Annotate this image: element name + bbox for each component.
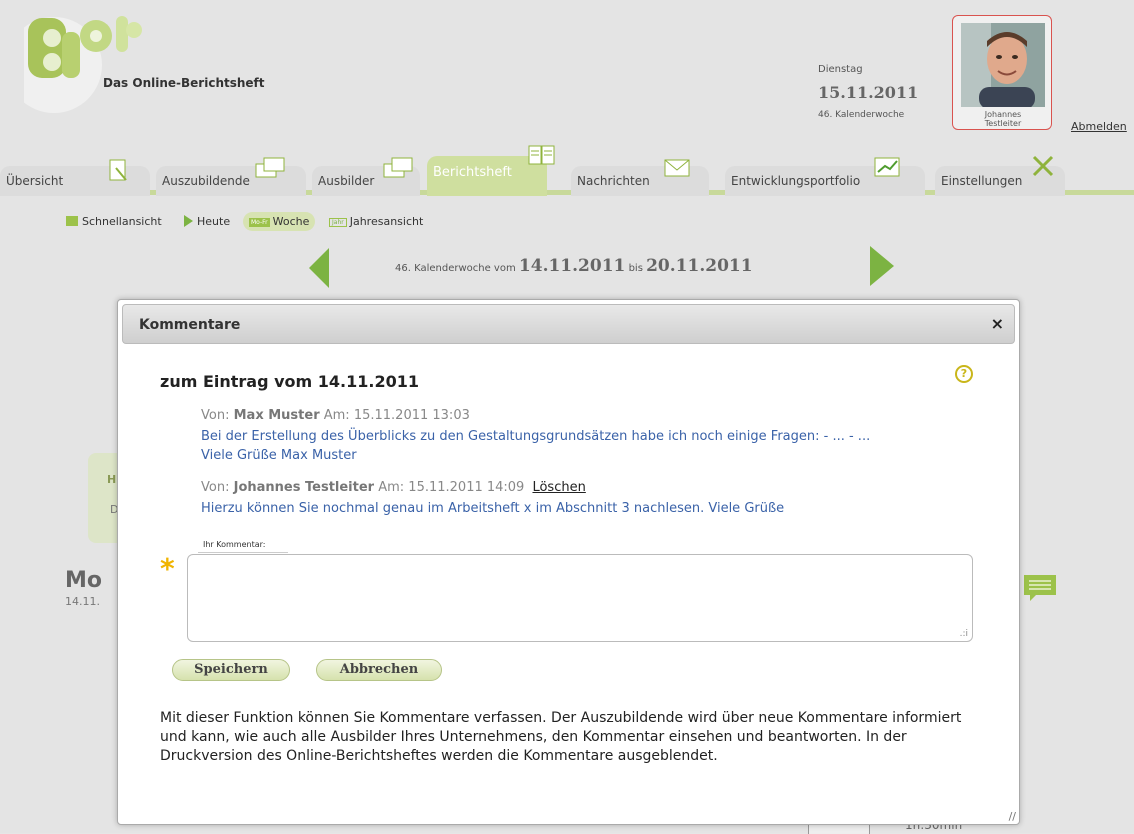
week-badge-icon: Mo-Fr xyxy=(249,218,270,227)
logout-link[interactable]: Abmelden xyxy=(1071,120,1127,133)
comments-dialog: Kommentare × zum Eintrag vom 14.11.2011 … xyxy=(117,299,1020,825)
trainers-icon xyxy=(383,157,413,178)
week-range-prefix: 46. Kalenderwoche vom xyxy=(395,263,516,274)
comment-text: Hierzu können Sie nochmal genau im Arbei… xyxy=(201,499,784,518)
comment-line: Viele Grüße Max Muster xyxy=(201,448,357,463)
date-day: Dienstag xyxy=(818,64,863,75)
week-to: 20.11.2011 xyxy=(646,256,753,276)
tab-label: Entwicklungsportfolio xyxy=(731,174,861,188)
user-first-name: Johannes xyxy=(984,110,1022,119)
user-last-name: Testleiter xyxy=(984,119,1022,128)
tab-label: Auszubildende xyxy=(162,174,250,188)
tab-uebersicht[interactable]: Übersicht xyxy=(0,159,150,196)
portfolio-icon xyxy=(874,157,900,177)
main-tabs: Übersicht Auszubildende Ausbilder Berich… xyxy=(0,145,1134,196)
blok-logo[interactable] xyxy=(6,10,164,130)
comment-author: Johannes Testleiter xyxy=(233,480,375,495)
dialog-info-text: Mit dieser Funktion können Sie Kommentar… xyxy=(160,710,962,764)
tab-label: Einstellungen xyxy=(941,174,1023,188)
dialog-header: Kommentare × xyxy=(122,304,1015,344)
user-name: Johannes Testleiter xyxy=(953,110,1053,128)
comment-at-label: Am: xyxy=(378,480,405,495)
comment-line: Hierzu können Sie nochmal genau im Arbei… xyxy=(201,501,785,516)
view-year[interactable]: Jahr Jahresansicht xyxy=(323,212,429,231)
comment-field-label: Ihr Kommentar: xyxy=(203,540,266,549)
next-week-arrow-icon[interactable] xyxy=(870,246,894,286)
comment-meta: Von: Johannes Testleiter Am: 15.11.2011 … xyxy=(201,480,586,495)
trainees-icon xyxy=(255,157,285,178)
user-card[interactable]: Johannes Testleiter xyxy=(952,15,1052,130)
view-year-label: Jahresansicht xyxy=(349,215,424,228)
comment-text: Bei der Erstellung des Überblicks zu den… xyxy=(201,427,870,465)
tab-label: Nachrichten xyxy=(577,174,650,188)
help-icon[interactable]: ? xyxy=(955,365,973,383)
page: Das Online-Berichtsheft Dienstag 15.11.2… xyxy=(0,0,1134,834)
week-range: 46. Kalenderwoche vom 14.11.2011 bis 20.… xyxy=(395,256,753,276)
tab-label: Ausbilder xyxy=(318,174,375,188)
tab-entwicklungsportfolio[interactable]: Entwicklungsportfolio xyxy=(725,157,925,196)
quick-view-icon xyxy=(66,216,78,226)
save-button[interactable]: Speichern xyxy=(172,659,290,681)
resize-grip-icon[interactable]: .:i xyxy=(960,629,968,639)
overview-icon xyxy=(109,159,127,181)
background-entry-heading: H xyxy=(107,473,117,486)
view-today-label: Heute xyxy=(197,215,231,228)
tab-nachrichten[interactable]: Nachrichten xyxy=(571,159,709,196)
date-week: 46. Kalenderwoche xyxy=(818,110,905,120)
tab-label: Übersicht xyxy=(6,174,64,188)
required-star-icon: * xyxy=(160,552,175,585)
tab-berichtsheft[interactable]: Berichtsheft xyxy=(427,145,555,196)
comment-from-label: Von: xyxy=(201,408,230,423)
field-label-divider xyxy=(198,552,288,553)
dialog-resize-grip-icon[interactable]: // xyxy=(1009,810,1016,823)
tab-einstellungen[interactable]: Einstellungen xyxy=(935,155,1065,196)
week-from: 14.11.2011 xyxy=(518,256,626,276)
comment-author: Max Muster xyxy=(233,408,320,423)
play-icon xyxy=(184,215,193,227)
background-day-date: 14.11. xyxy=(65,595,100,608)
report-book-icon xyxy=(528,145,555,165)
cancel-button[interactable]: Abbrechen xyxy=(316,659,442,681)
view-quick[interactable]: Schnellansicht xyxy=(60,212,168,231)
view-today[interactable]: Heute xyxy=(178,212,236,231)
date-value: 15.11.2011 xyxy=(818,83,919,102)
comment-textarea[interactable]: .:i xyxy=(187,554,973,642)
comment-at-label: Am: xyxy=(323,408,350,423)
view-week[interactable]: Mo-Fr Woche xyxy=(243,212,316,231)
prev-week-arrow-icon[interactable] xyxy=(309,248,329,288)
tab-auszubildende[interactable]: Auszubildende xyxy=(156,157,306,196)
comment-meta: Von: Max Muster Am: 15.11.2011 13:03 xyxy=(201,408,470,423)
dialog-title: Kommentare xyxy=(139,317,241,333)
comment-from-label: Von: xyxy=(201,480,230,495)
view-quick-label: Schnellansicht xyxy=(82,215,162,228)
view-week-label: Woche xyxy=(272,215,310,228)
comment-bubble-icon[interactable] xyxy=(1022,573,1058,603)
close-icon[interactable]: × xyxy=(991,314,1004,333)
avatar xyxy=(961,23,1045,107)
delete-comment-link[interactable]: Löschen xyxy=(532,480,585,495)
tab-ausbilder[interactable]: Ausbilder xyxy=(312,157,420,196)
year-badge-icon: Jahr xyxy=(329,218,347,227)
week-range-bis: bis xyxy=(628,263,643,274)
current-date: Dienstag 15.11.2011 46. Kalenderwoche xyxy=(818,64,918,120)
comment-timestamp: 15.11.2011 14:09 xyxy=(408,480,525,495)
settings-icon xyxy=(1032,155,1054,177)
comment-line: Bei der Erstellung des Überblicks zu den… xyxy=(201,429,871,444)
logo-tagline: Das Online-Berichtsheft xyxy=(103,76,265,90)
tab-label: Berichtsheft xyxy=(433,165,512,180)
comment-timestamp: 15.11.2011 13:03 xyxy=(353,408,470,423)
entry-title: zum Eintrag vom 14.11.2011 xyxy=(160,372,419,391)
background-day-label: Mo xyxy=(65,568,103,593)
messages-icon xyxy=(664,159,690,177)
